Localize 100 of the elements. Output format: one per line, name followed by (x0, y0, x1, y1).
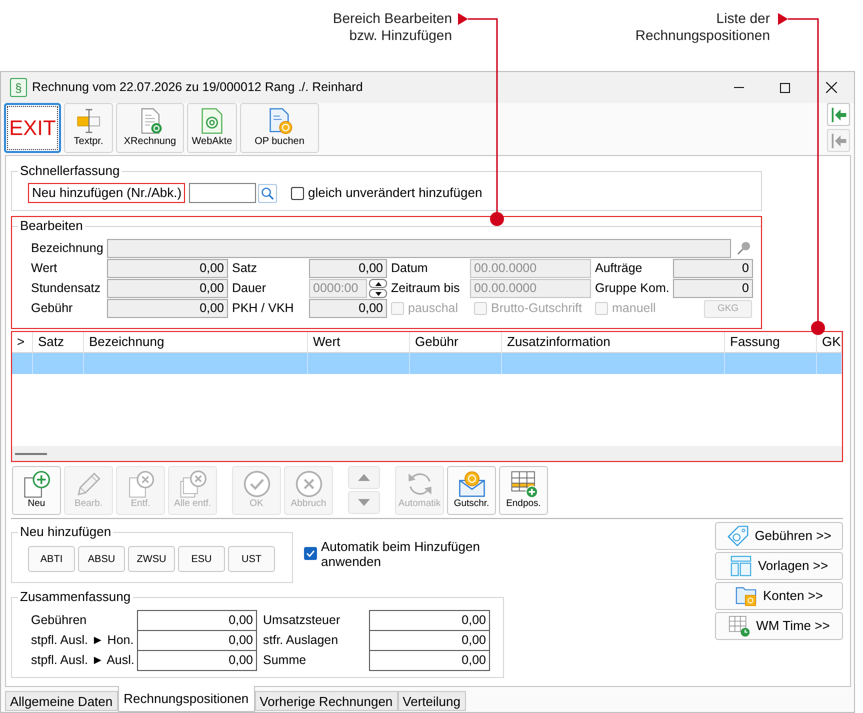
window-title: Rechnung vom 22.07.2026 zu 19/000012 Rang ./. Reinhard (32, 79, 363, 96)
maximize-icon (780, 82, 790, 92)
field-label: Umsatzsteuer (263, 613, 340, 627)
group-title: Neu hinzufügen (19, 524, 112, 540)
quick-add-button[interactable]: ABTI (28, 546, 75, 572)
column-header[interactable]: Zusatzinformation (507, 334, 610, 350)
field-label: Gebühr (31, 301, 73, 315)
field-label: Wert (31, 261, 58, 275)
toolbar-button[interactable]: WebAkte (187, 103, 237, 153)
pin-icon (736, 241, 751, 256)
quick-add-button[interactable]: ZWSU (128, 546, 175, 572)
tag-icon (726, 525, 749, 547)
search-button[interactable] (258, 184, 277, 202)
field-label: Zeitraum bis (391, 281, 460, 295)
arrow-left-bar-icon (830, 106, 846, 122)
number-field: 0,00 (137, 630, 257, 651)
quick-add-button[interactable]: ABSU (78, 546, 125, 572)
document-x-icon (126, 470, 154, 498)
minimize-icon (734, 87, 744, 88)
checkmark-icon (306, 550, 315, 557)
toolbar-button[interactable]: Endpos. (499, 466, 548, 515)
checkbox-label: gleich unverändert hinzufügen (308, 184, 482, 202)
input-field[interactable] (189, 183, 256, 203)
folder-coin-icon (735, 585, 757, 607)
search-icon (261, 186, 274, 200)
dock-button[interactable] (827, 103, 850, 126)
tab[interactable]: Vorherige Rechnungen (254, 691, 398, 711)
close-icon (826, 82, 836, 93)
triangle-down-icon (374, 292, 382, 296)
quick-add-button[interactable]: ESU (178, 546, 225, 572)
field-label: PKH / VKH (232, 301, 294, 315)
tab[interactable]: Verteilung (398, 691, 466, 711)
pencil-icon (74, 470, 102, 498)
number-field: 0,00 (369, 650, 490, 671)
field-label: Aufträge (595, 261, 642, 275)
documents-x-icon (178, 470, 206, 498)
x-circle-icon (294, 470, 322, 498)
move-down-button[interactable] (348, 491, 380, 514)
arrow-left-bar-icon (830, 132, 846, 148)
scrollbar-thumb[interactable] (15, 452, 47, 454)
checkbox-label: Brutto-Gutschrift (491, 300, 582, 317)
toolbar-button[interactable]: Gutschr. (447, 466, 496, 515)
checkbox-label: manuell (612, 300, 656, 317)
text-frame-icon (76, 108, 102, 134)
quick-add-button[interactable]: UST (228, 546, 275, 572)
group-title: Bearbeiten (19, 218, 84, 234)
toolbar-button[interactable]: Textpr. (64, 103, 113, 153)
panel-button[interactable]: WM Time >> (715, 612, 843, 640)
number-field[interactable]: 0,00 (309, 259, 387, 278)
triangle-down-icon (358, 499, 370, 506)
triangle-up-icon (374, 282, 382, 286)
number-field: 0,00 (137, 650, 257, 671)
app-icon: § (10, 78, 27, 97)
field-label: Gebühren (31, 613, 87, 627)
tab[interactable]: Rechnungspositionen (118, 686, 255, 712)
field-label: Neu hinzufügen (Nr./Abk.) (28, 183, 185, 203)
toolbar-button[interactable]: OP buchen (240, 103, 319, 153)
grid-clock-icon (728, 615, 750, 637)
column-header[interactable]: Fassung (730, 334, 780, 350)
field-label: Stundensatz (31, 281, 100, 295)
field-label: Dauer (232, 281, 266, 295)
number-field: 0,00 (137, 610, 257, 631)
column-header[interactable]: Satz (38, 334, 64, 350)
tab[interactable]: Allgemeine Daten (5, 691, 118, 711)
spin-up-button[interactable] (369, 279, 387, 288)
toolbar-button[interactable]: XRechnung (116, 103, 184, 153)
column-header[interactable]: > (17, 334, 25, 350)
panel-button[interactable]: Vorlagen >> (715, 552, 843, 580)
number-field[interactable]: 0 (673, 279, 753, 298)
triangle-up-icon (358, 474, 370, 481)
column-header[interactable]: GK (822, 334, 841, 350)
callout-text: Liste der Rechnungspositionen (635, 10, 770, 44)
number-field: 0,00 (369, 630, 490, 651)
group-title: Zusammenfassung (19, 589, 132, 605)
field-label: Satz (232, 261, 258, 275)
document-coin-icon (266, 108, 292, 134)
column-header[interactable]: Gebühr (415, 334, 458, 350)
number-field[interactable]: 0,00 (107, 279, 228, 298)
envelope-coin-icon (458, 470, 486, 498)
toolbar-button[interactable]: Neu (12, 466, 61, 515)
number-field[interactable]: 0,00 (107, 299, 228, 318)
spin-down-button[interactable] (369, 289, 387, 298)
horizontal-scrollbar[interactable] (12, 446, 842, 461)
panel-button[interactable]: Gebühren >> (715, 522, 843, 550)
number-field[interactable]: 0 (673, 259, 753, 278)
field-label: stpfl. Ausl. ► Hon. (31, 633, 134, 647)
checkbox[interactable] (291, 186, 304, 200)
move-up-button[interactable] (348, 466, 380, 489)
field-label: stfr. Auslagen (263, 633, 338, 647)
column-header[interactable]: Wert (313, 334, 340, 350)
table-plus-icon (510, 470, 538, 498)
number-field[interactable]: 0,00 (309, 299, 387, 318)
field-label: Gruppe Kom. (595, 281, 670, 295)
text-field[interactable] (107, 239, 731, 258)
checkbox-label: Automatik beim Hinzufügen anwenden (321, 539, 481, 569)
column-header[interactable]: Bezeichnung (89, 334, 164, 350)
number-field[interactable]: 0,00 (107, 259, 228, 278)
panel-button[interactable]: Konten >> (715, 582, 843, 610)
checkbox[interactable] (304, 547, 317, 560)
exit-button[interactable]: EXIT (4, 103, 61, 153)
